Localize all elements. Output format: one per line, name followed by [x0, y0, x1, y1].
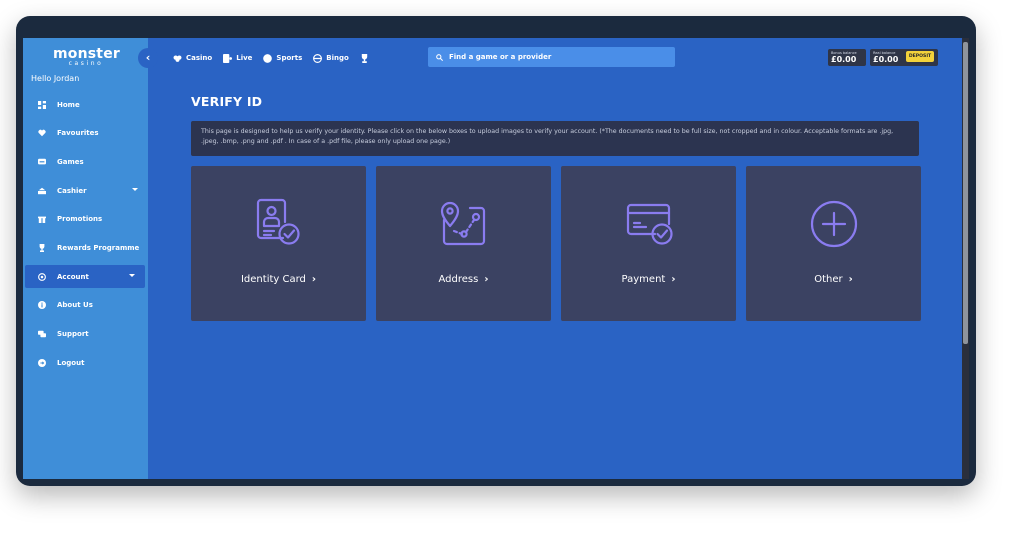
tab-sports-label: Sports — [276, 54, 303, 62]
info-icon — [37, 300, 47, 310]
address-map-icon — [434, 194, 494, 254]
tab-live[interactable]: Live — [223, 53, 253, 63]
deposit-button[interactable]: DEPOSIT — [906, 51, 934, 62]
tab-bingo-label: Bingo — [326, 54, 349, 62]
brand-logo[interactable]: monster casino — [53, 46, 120, 67]
casino-icon — [173, 54, 182, 62]
account-icon — [37, 272, 47, 282]
tab-sports[interactable]: Sports — [263, 53, 303, 63]
sidebar-item-label: Cashier — [57, 186, 87, 195]
chevron-down-icon[interactable] — [129, 274, 135, 278]
chevron-down-icon[interactable] — [132, 188, 138, 192]
sidebar-item-promotions[interactable]: Promotions — [23, 208, 148, 231]
user-greeting: Hello Jordan — [31, 74, 80, 83]
identity-card-icon — [249, 194, 309, 254]
sidebar-item-label: Games — [57, 157, 84, 166]
tab-live-label: Live — [236, 54, 253, 62]
bingo-icon — [313, 53, 323, 63]
brand-name: monster — [53, 46, 120, 62]
plus-circle-icon — [804, 194, 864, 254]
games-icon — [37, 157, 47, 167]
other-tile[interactable]: Other › — [746, 166, 921, 321]
sidebar-item-label: Promotions — [57, 215, 103, 224]
sidebar-item-about[interactable]: About Us — [23, 294, 148, 317]
top-nav: Casino Live Sports Bingo — [173, 52, 384, 64]
bonus-balance-value: £0.00 — [831, 55, 857, 64]
verify-notice: This page is designed to help us verify … — [191, 121, 919, 156]
support-icon — [37, 329, 47, 339]
chevron-right-icon: › — [484, 274, 489, 285]
sidebar-nav: Home Favourites Games Cashier Promotions… — [23, 93, 148, 380]
sidebar-item-games[interactable]: Games — [23, 150, 148, 173]
sidebar-item-support[interactable]: Support — [23, 323, 148, 346]
search-icon — [436, 53, 443, 61]
sidebar-item-label: About Us — [57, 301, 93, 310]
address-text: Address — [438, 274, 479, 285]
sidebar-item-label: Rewards Programme — [57, 243, 140, 252]
home-icon — [37, 100, 47, 110]
collapse-sidebar-button[interactable]: ‹ — [138, 48, 158, 68]
sidebar-item-label: Account — [57, 272, 89, 281]
identity-card-tile[interactable]: Identity Card › — [191, 166, 366, 321]
sidebar-item-home[interactable]: Home — [23, 93, 148, 116]
tab-casino[interactable]: Casino — [173, 54, 212, 63]
cashier-icon — [37, 186, 47, 196]
bonus-balance: Bonus balance £0.00 — [828, 49, 866, 66]
identity-card-label: Identity Card › — [191, 274, 366, 285]
sidebar-item-label: Logout — [57, 358, 85, 367]
other-label: Other › — [746, 274, 921, 285]
app-screen: monster casino Hello Jordan Home Favouri… — [23, 38, 969, 479]
live-icon — [223, 53, 233, 63]
address-tile[interactable]: Address › — [376, 166, 551, 321]
chevron-right-icon: › — [311, 274, 317, 285]
chevron-right-icon: › — [848, 274, 853, 285]
sidebar-item-account[interactable]: Account — [25, 265, 145, 289]
sports-icon — [263, 53, 273, 63]
sidebar-item-label: Favourites — [57, 129, 99, 138]
gift-icon — [37, 214, 47, 224]
sidebar-item-logout[interactable]: Logout — [23, 351, 148, 374]
trophy-icon — [361, 53, 367, 63]
payment-text: Payment — [621, 274, 666, 285]
payment-tile[interactable]: Payment › — [561, 166, 736, 321]
document-cards: Identity Card › Address › Payment › Othe… — [191, 166, 921, 321]
heart-icon — [37, 128, 47, 138]
identity-card-text: Identity Card — [240, 274, 306, 285]
sidebar-item-favourites[interactable]: Favourites — [23, 122, 148, 145]
device-frame: monster casino Hello Jordan Home Favouri… — [16, 16, 976, 486]
sidebar-item-label: Support — [57, 330, 89, 338]
search-input[interactable]: Find a game or a provider — [428, 47, 675, 67]
page-title: VERIFY ID — [191, 94, 263, 109]
tab-casino-label: Casino — [186, 54, 213, 62]
sidebar-item-label: Home — [57, 100, 80, 109]
payment-card-icon — [619, 194, 679, 254]
scrollbar-thumb[interactable] — [963, 42, 968, 344]
payment-label: Payment › — [561, 274, 736, 285]
address-label: Address › — [376, 274, 551, 285]
search-placeholder: Find a game or a provider — [449, 53, 552, 61]
sidebar-item-rewards[interactable]: Rewards Programme — [23, 236, 148, 259]
logout-icon — [37, 358, 47, 368]
tab-bingo[interactable]: Bingo — [313, 53, 349, 63]
other-text: Other — [814, 274, 843, 285]
sidebar: monster casino Hello Jordan Home Favouri… — [23, 38, 148, 479]
tab-rewards[interactable] — [360, 53, 373, 63]
scrollbar[interactable] — [962, 38, 969, 479]
trophy-icon — [37, 243, 47, 253]
chevron-right-icon: › — [671, 274, 676, 285]
sidebar-item-cashier[interactable]: Cashier — [23, 179, 148, 202]
